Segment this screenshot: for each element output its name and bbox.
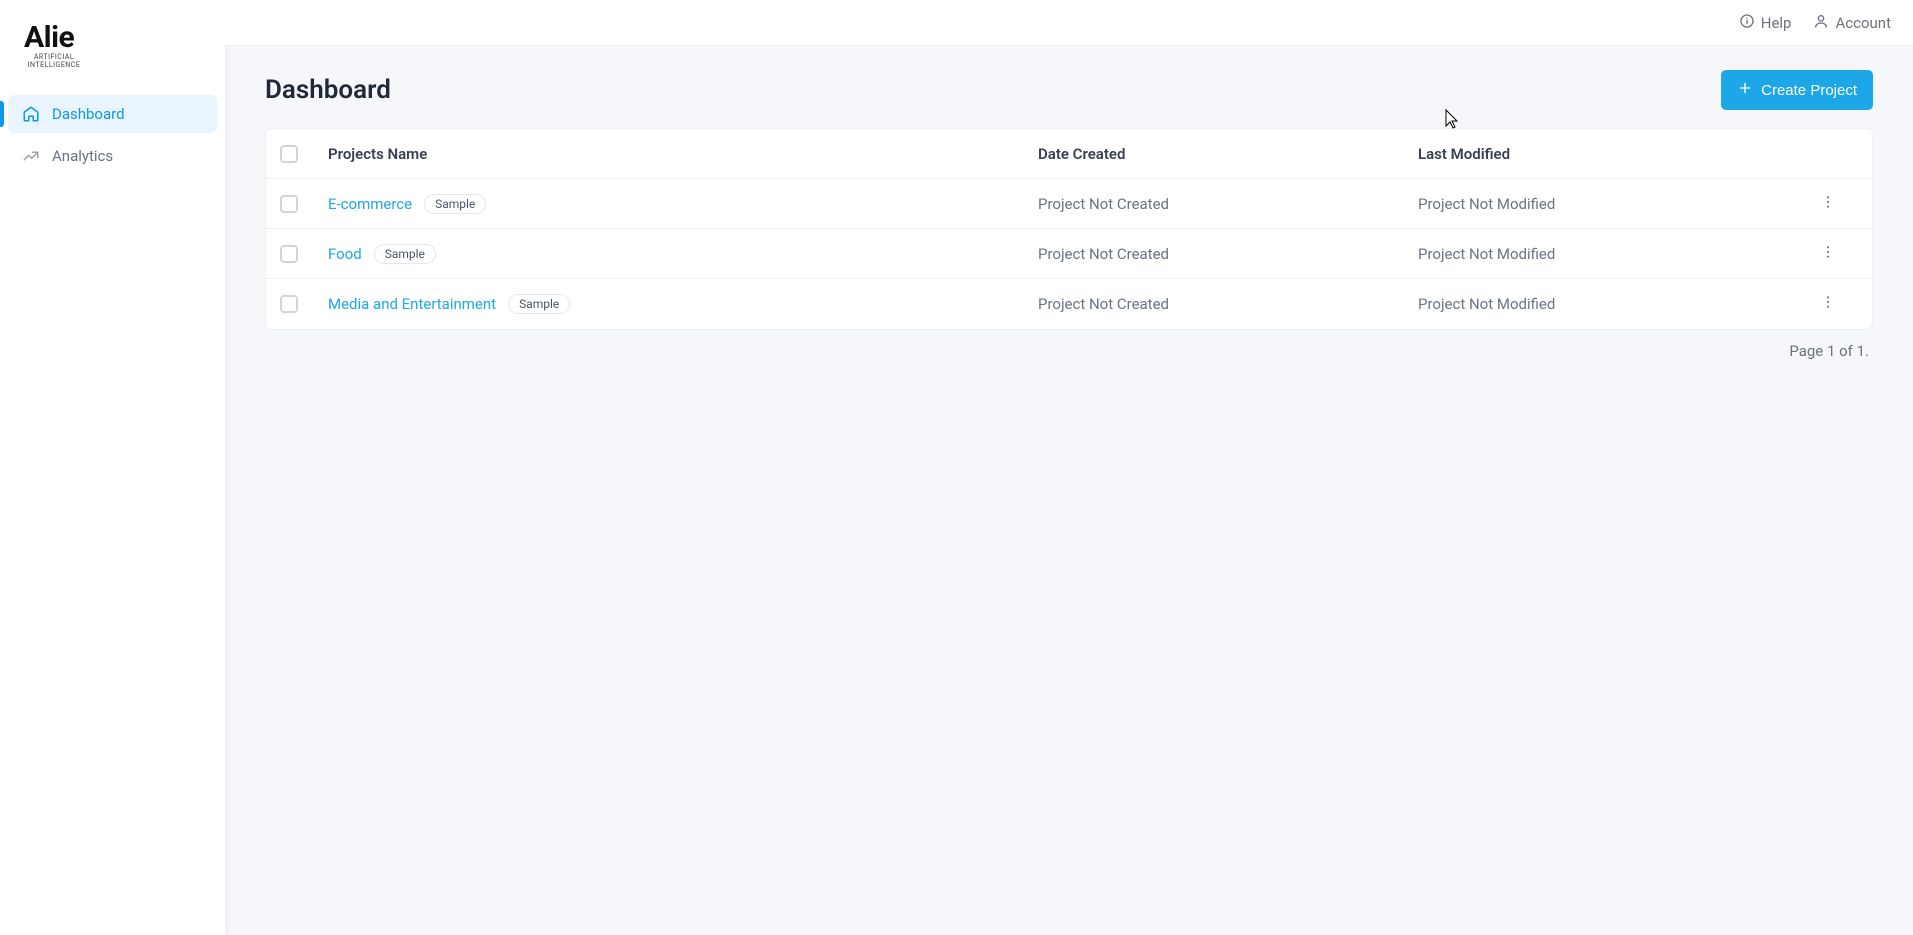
more-vertical-icon [1820,194,1836,214]
page-title: Dashboard [265,75,391,105]
more-vertical-icon [1820,244,1836,264]
date-created-cell: Project Not Created [1038,245,1418,263]
user-icon [1813,13,1829,33]
page-header: Dashboard Create Project [265,70,1873,110]
more-vertical-icon [1820,294,1836,314]
project-link[interactable]: Media and Entertainment [328,295,496,313]
sidebar: Alie ARTIFICIAL INTELLIGENCE Dashboard A… [0,0,225,935]
project-link[interactable]: E-commerce [328,195,412,213]
help-link[interactable]: Help [1739,13,1792,33]
sidebar-item-analytics[interactable]: Analytics [8,137,217,175]
logo-tagline: ARTIFICIAL INTELLIGENCE [24,53,84,69]
account-link[interactable]: Account [1813,13,1891,33]
sample-badge: Sample [374,244,436,264]
help-label: Help [1761,14,1792,32]
row-actions-button[interactable] [1814,290,1842,318]
sidebar-item-label: Analytics [52,147,113,165]
create-project-label: Create Project [1761,82,1857,99]
row-checkbox[interactable] [280,195,298,213]
account-label: Account [1835,14,1891,32]
sidebar-item-dashboard[interactable]: Dashboard [8,95,217,133]
row-checkbox[interactable] [280,245,298,263]
sidebar-item-label: Dashboard [52,105,125,123]
select-all-checkbox[interactable] [280,145,298,163]
logo: Alie ARTIFICIAL INTELLIGENCE [0,20,225,95]
last-modified-cell: Project Not Modified [1418,245,1798,263]
logo-text: Alie [24,20,201,55]
column-header-date: Date Created [1038,145,1418,163]
table-row: Food Sample Project Not Created Project … [266,229,1872,279]
project-link[interactable]: Food [328,245,362,263]
last-modified-cell: Project Not Modified [1418,295,1798,313]
table-header-row: Projects Name Date Created Last Modified [266,129,1872,179]
last-modified-cell: Project Not Modified [1418,195,1798,213]
main: Help Account Dashboard Create Project [225,0,1913,935]
pagination-text: Page 1 of 1. [265,342,1873,360]
date-created-cell: Project Not Created [1038,295,1418,313]
sidebar-nav: Dashboard Analytics [0,95,225,175]
create-project-button[interactable]: Create Project [1721,70,1873,110]
topbar: Help Account [225,0,1913,46]
row-actions-button[interactable] [1814,190,1842,218]
projects-table: Projects Name Date Created Last Modified… [265,128,1873,330]
content: Dashboard Create Project Projects Name D… [225,46,1913,935]
app-root: Alie ARTIFICIAL INTELLIGENCE Dashboard A… [0,0,1913,935]
home-icon [22,105,40,123]
info-icon [1739,13,1755,33]
row-actions-button[interactable] [1814,240,1842,268]
table-row: E-commerce Sample Project Not Created Pr… [266,179,1872,229]
row-checkbox[interactable] [280,295,298,313]
column-header-modified: Last Modified [1418,145,1798,163]
analytics-icon [22,147,40,165]
sample-badge: Sample [424,194,486,214]
date-created-cell: Project Not Created [1038,195,1418,213]
column-header-name: Projects Name [328,145,1038,163]
table-row: Media and Entertainment Sample Project N… [266,279,1872,329]
sample-badge: Sample [508,294,570,314]
plus-icon [1737,80,1753,100]
